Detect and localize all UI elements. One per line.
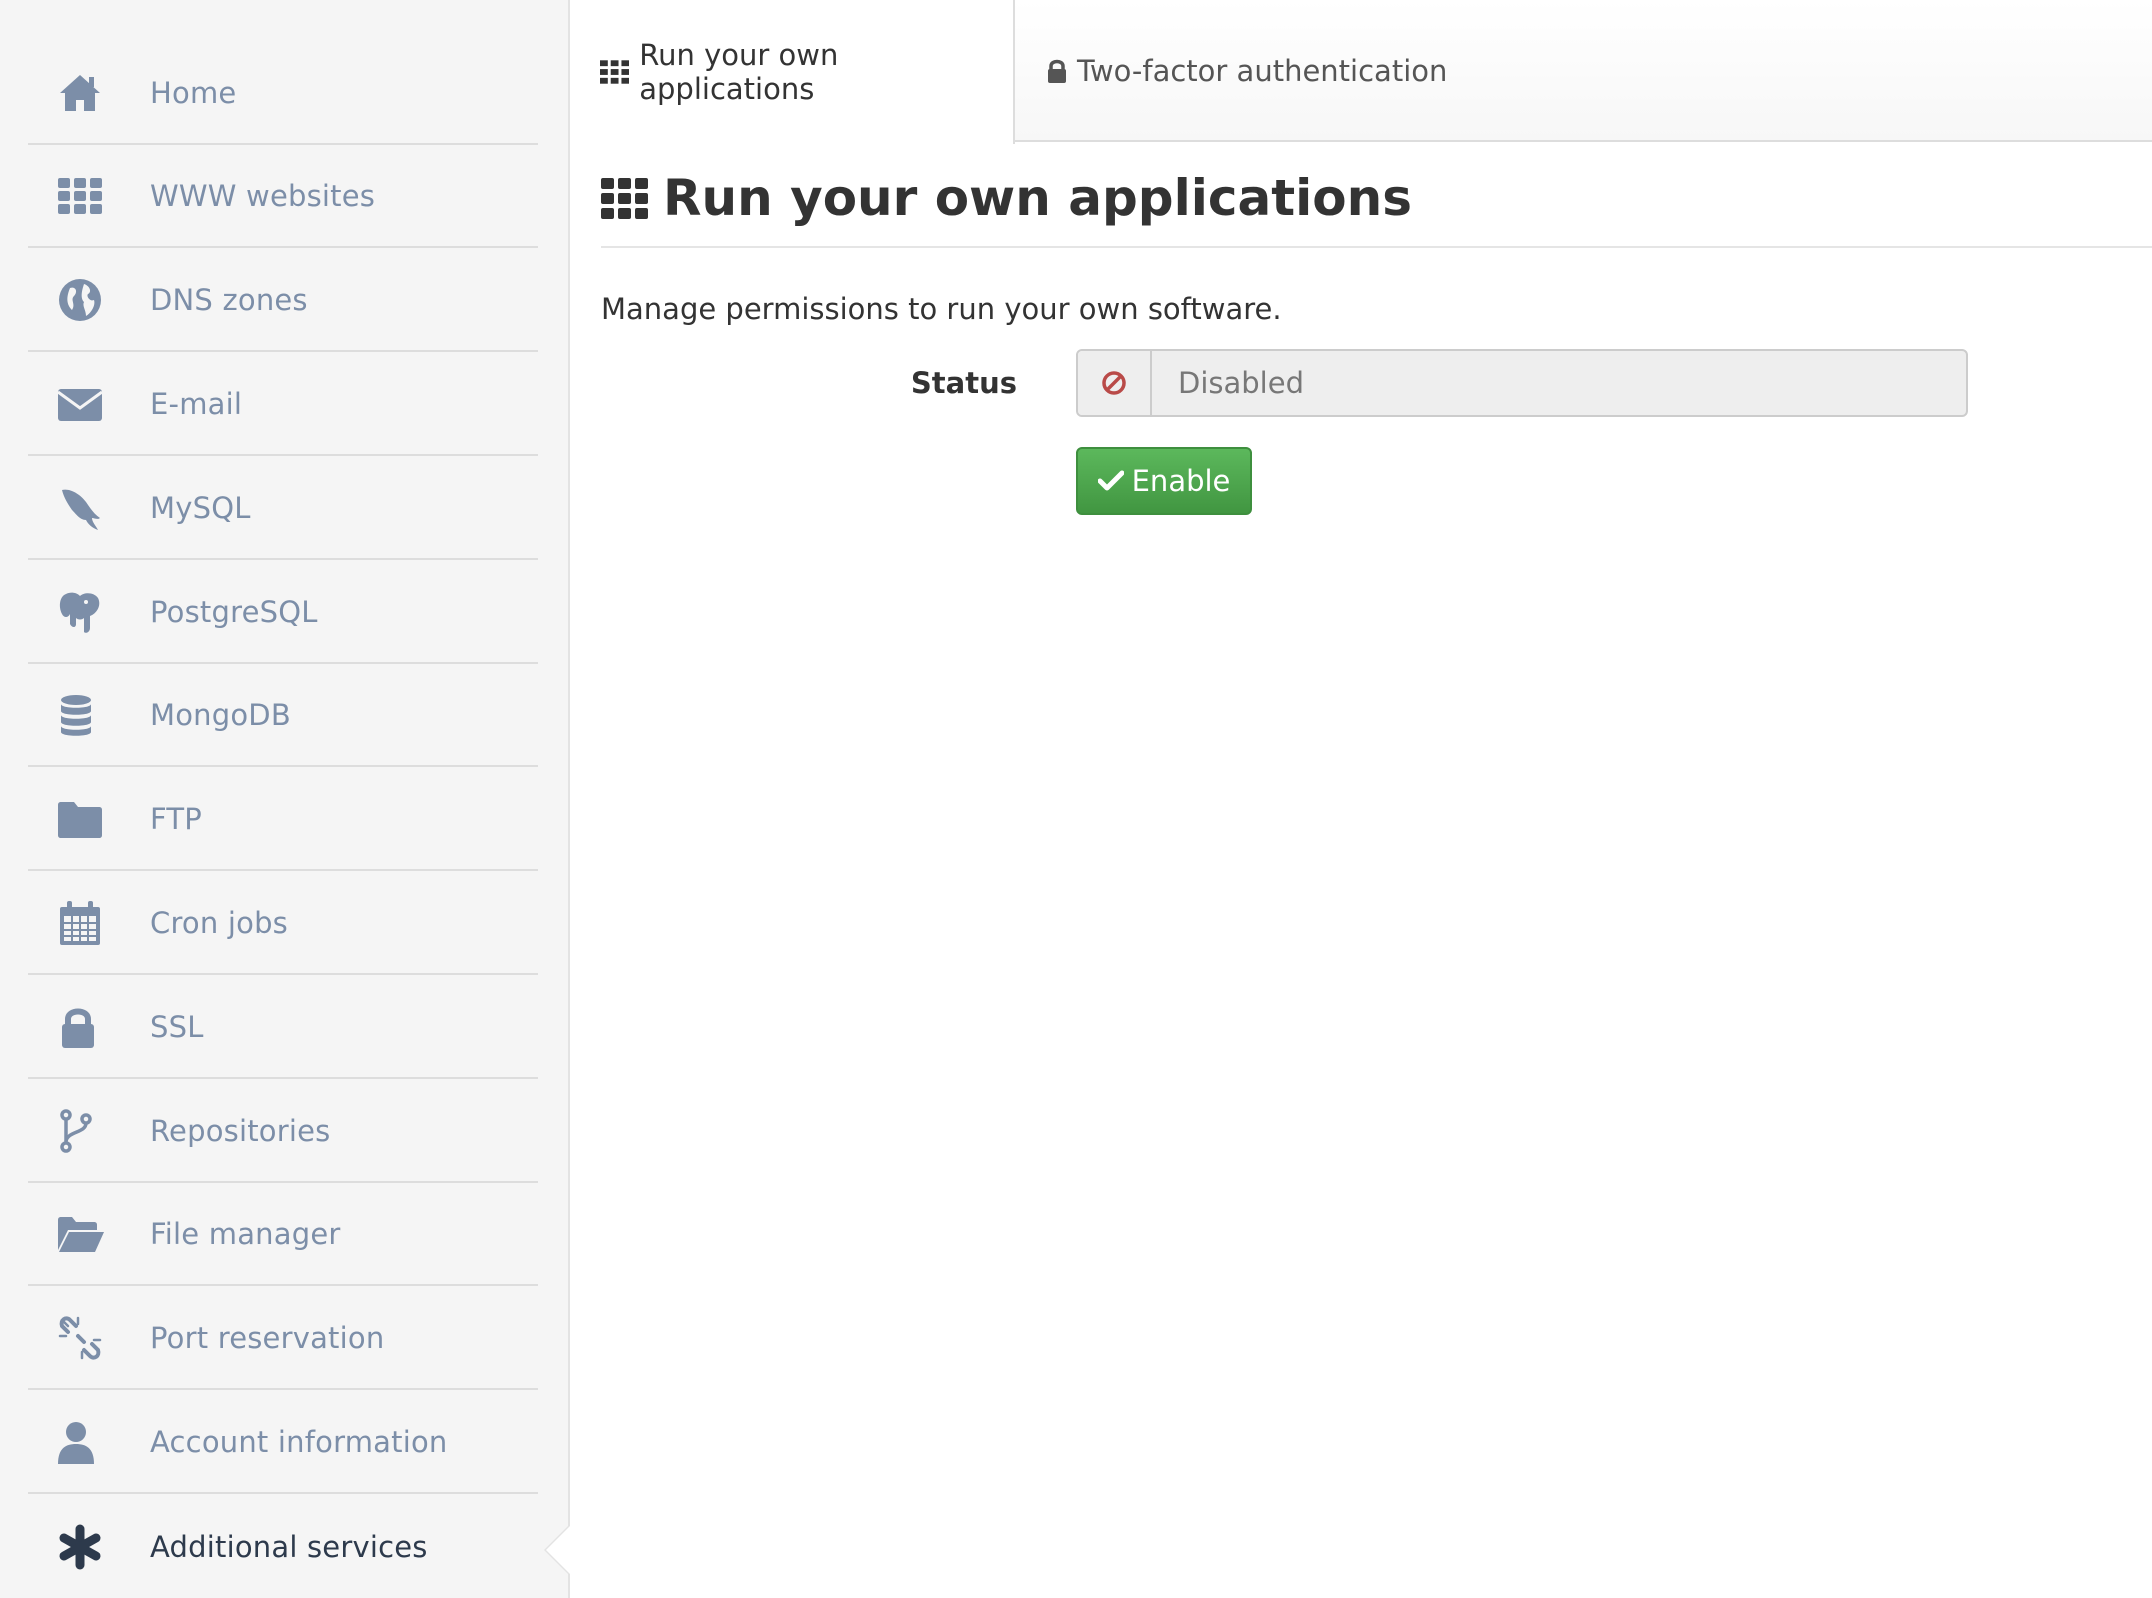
grid-icon (601, 178, 648, 219)
sidebar-item-postgresql[interactable]: PostgreSQL (28, 561, 538, 664)
status-field: Disabled (1076, 349, 1968, 417)
envelope-icon (54, 378, 106, 430)
tab-two-factor-authentication[interactable]: Two-factor authentication (1015, 0, 1447, 142)
enable-button-label: Enable (1131, 464, 1231, 498)
elephant-icon (54, 586, 106, 638)
broken-link-icon (54, 1312, 106, 1364)
home-icon (54, 67, 106, 119)
sidebar-item-label: File manager (150, 1216, 341, 1251)
sidebar-item-mongodb[interactable]: MongoDB (28, 664, 538, 767)
git-branch-icon (54, 1105, 106, 1157)
asterisk-icon (54, 1521, 106, 1573)
sidebar-item-www-websites[interactable]: WWW websites (28, 145, 538, 248)
page-title: Run your own applications (663, 169, 1412, 227)
page-description: Manage permissions to run your own softw… (601, 292, 1282, 326)
sidebar-item-file-manager[interactable]: File manager (28, 1183, 538, 1286)
sidebar-item-label: Port reservation (150, 1320, 385, 1355)
sidebar-item-port-reservation[interactable]: Port reservation (28, 1287, 538, 1390)
status-addon (1078, 351, 1152, 415)
lock-icon (54, 1001, 106, 1053)
user-icon (54, 1416, 106, 1468)
sidebar-item-label: Cron jobs (150, 905, 288, 940)
sidebar-item-home[interactable]: Home (28, 42, 538, 145)
sidebar-item-label: Repositories (150, 1113, 331, 1148)
sidebar-item-label: PostgreSQL (150, 594, 318, 629)
ban-icon (1102, 371, 1126, 395)
enable-button[interactable]: Enable (1076, 447, 1252, 515)
tab-label: Run your own applications (639, 38, 839, 106)
sidebar-item-ftp[interactable]: FTP (28, 768, 538, 871)
sidebar-item-email[interactable]: E-mail (28, 353, 538, 456)
tab-run-your-own-applications[interactable]: Run your own applications (570, 0, 1015, 144)
tab-bar: Run your own applications Two-factor aut… (570, 0, 2152, 144)
sidebar-item-cron-jobs[interactable]: Cron jobs (28, 872, 538, 975)
grid-icon (54, 170, 106, 222)
database-icon (54, 689, 106, 741)
status-label: Status (910, 366, 1017, 400)
grid-icon (600, 60, 630, 84)
sidebar-item-label: Home (150, 75, 237, 110)
sidebar-item-label: FTP (150, 801, 202, 836)
sidebar-item-label: MongoDB (150, 697, 291, 732)
tab-label: Two-factor authentication (1077, 54, 1448, 88)
sidebar-item-additional-services[interactable]: Additional services (28, 1495, 538, 1598)
globe-icon (54, 274, 106, 326)
folder-open-icon (54, 1208, 106, 1260)
folder-icon (54, 793, 106, 845)
sidebar-item-ssl[interactable]: SSL (28, 976, 538, 1079)
dolphin-icon (54, 482, 106, 534)
check-icon (1097, 470, 1124, 491)
sidebar-item-label: Account information (150, 1424, 448, 1459)
sidebar-item-label: E-mail (150, 386, 243, 421)
lock-icon (1048, 59, 1066, 83)
sidebar-item-label: MySQL (150, 490, 251, 525)
page-header: Run your own applications (601, 170, 2152, 248)
sidebar-item-label: WWW websites (150, 178, 376, 213)
sidebar-item-repositories[interactable]: Repositories (28, 1080, 538, 1183)
sidebar-item-label: DNS zones (150, 282, 308, 317)
sidebar-item-mysql[interactable]: MySQL (28, 457, 538, 560)
sidebar: Home WWW websites DNS zones E-mail MySQL (0, 0, 570, 1598)
sidebar-item-account-information[interactable]: Account information (28, 1391, 538, 1494)
calendar-icon (54, 897, 106, 949)
active-indicator (546, 1526, 570, 1574)
sidebar-item-dns-zones[interactable]: DNS zones (28, 249, 538, 352)
sidebar-item-label: SSL (150, 1009, 204, 1044)
sidebar-item-label: Additional services (150, 1529, 428, 1564)
status-value: Disabled (1178, 366, 1304, 400)
